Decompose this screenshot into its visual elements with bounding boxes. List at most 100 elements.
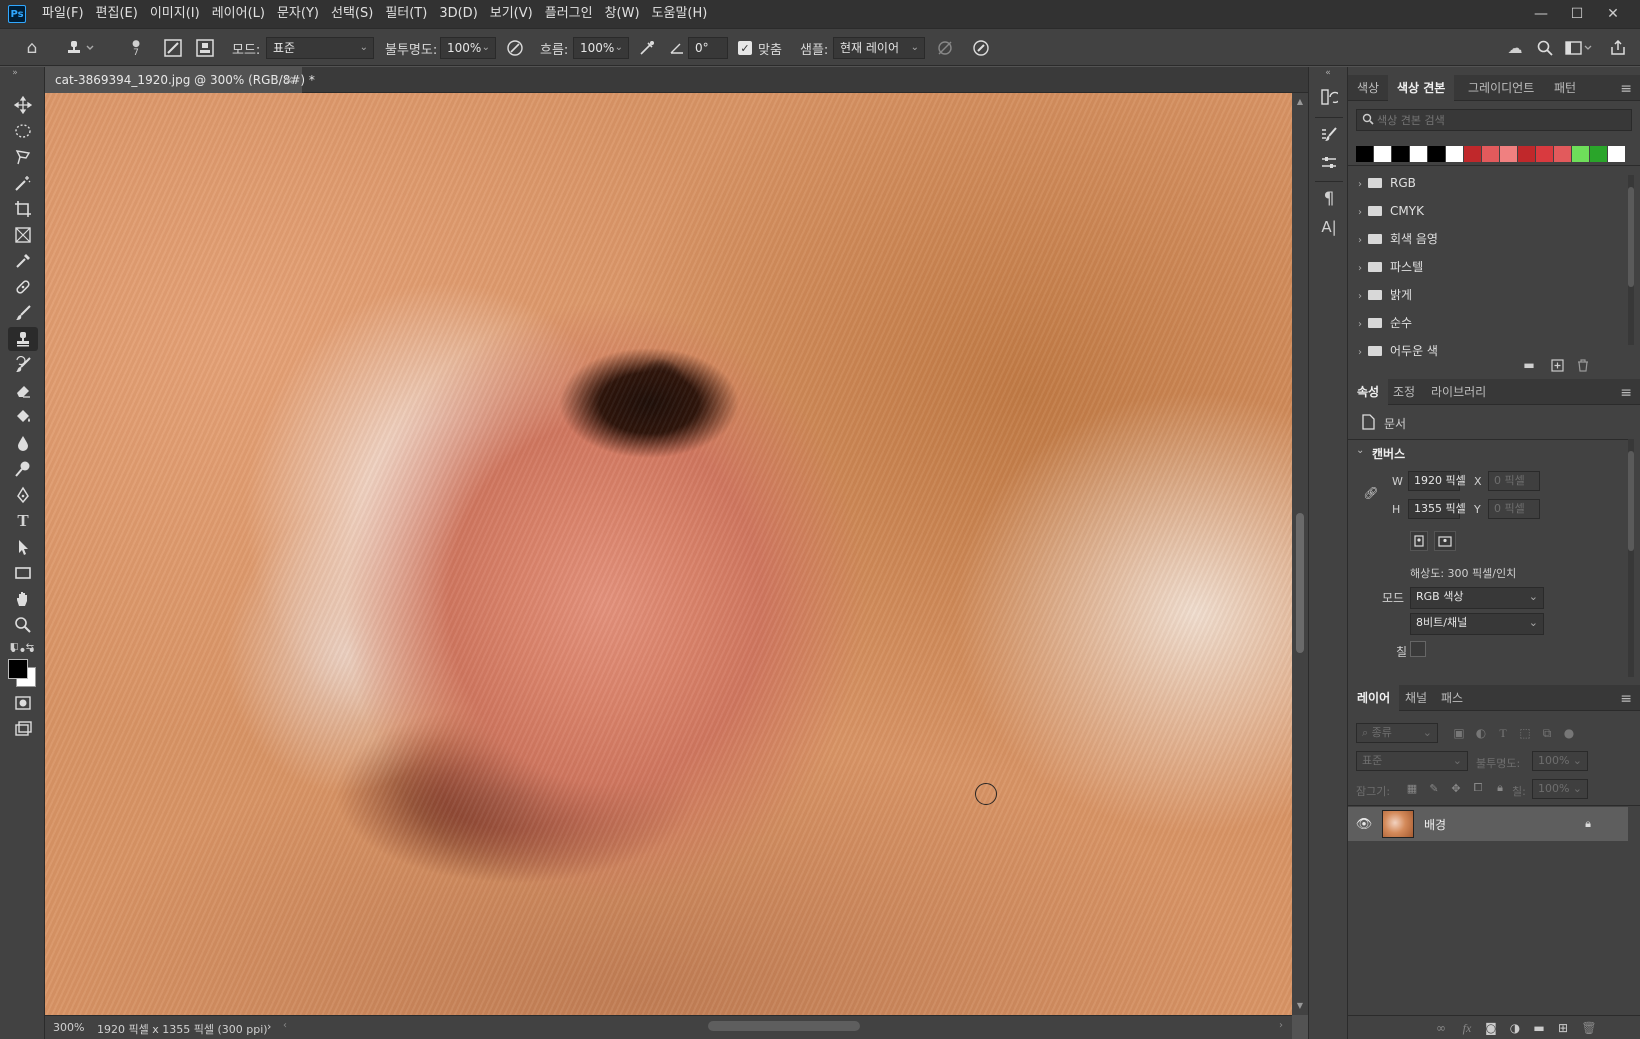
vertical-scroll-thumb[interactable] — [1296, 513, 1304, 653]
tab-paths[interactable]: 패스 — [1432, 685, 1472, 711]
close-window-button[interactable]: ✕ — [1596, 0, 1630, 28]
color-swatch[interactable] — [1356, 146, 1373, 162]
color-swatch[interactable] — [1500, 146, 1517, 162]
share-icon[interactable] — [1606, 37, 1630, 59]
blend-mode-select[interactable]: 표준 ⌄ — [1356, 751, 1468, 771]
new-adjustment-layer-icon[interactable]: ◑ — [1506, 1019, 1524, 1037]
status-menu-arrow[interactable]: › — [267, 1020, 271, 1033]
menu-3d[interactable]: 3D(D) — [433, 0, 483, 28]
marquee-tool-icon[interactable] — [8, 119, 38, 143]
swatches-scroll-thumb[interactable] — [1628, 187, 1634, 287]
properties-panel-menu-icon[interactable]: ≡ — [1620, 385, 1632, 401]
filter-adjustment-icon[interactable]: ◐ — [1472, 723, 1490, 743]
opacity-input[interactable]: 100% ⌄ — [440, 37, 496, 59]
eyedropper-tool-icon[interactable] — [8, 249, 38, 273]
swatches-panel-menu-icon[interactable]: ≡ — [1620, 81, 1632, 97]
tab-gradients[interactable]: 그레이디언트 — [1459, 75, 1543, 101]
height-input[interactable]: 1355 픽셀 — [1408, 499, 1466, 519]
aligned-checkbox[interactable]: ✓ — [738, 41, 752, 55]
layer-style-fx-icon[interactable]: fx — [1458, 1019, 1476, 1037]
lock-image-icon[interactable]: ✎ — [1426, 779, 1442, 797]
bit-depth-select[interactable]: 8비트/채널 ⌄ — [1410, 613, 1544, 635]
menu-plugins[interactable]: 플러그인 — [539, 0, 599, 28]
layer-visibility-eye-icon[interactable]: 👁︎ — [1356, 816, 1373, 832]
color-swatch[interactable] — [1572, 146, 1589, 162]
expand-chevron-icon[interactable]: › — [1358, 319, 1362, 330]
layer-opacity-input[interactable]: 100% ⌄ — [1532, 751, 1588, 771]
portrait-orientation-button[interactable] — [1410, 531, 1428, 551]
landscape-orientation-button[interactable] — [1434, 531, 1456, 551]
expand-chevron-icon[interactable]: › — [1358, 347, 1362, 358]
scroll-right-icon[interactable]: › — [1279, 1020, 1283, 1031]
swatch-group-row[interactable]: › 회색 음영 — [1358, 225, 1620, 253]
link-dimensions-icon[interactable]: 🔗︎ — [1363, 485, 1378, 501]
filter-shape-icon[interactable]: ⬚ — [1516, 723, 1534, 743]
brush-size-picker[interactable]: ● 7 — [118, 35, 154, 63]
move-tool-icon[interactable] — [8, 93, 38, 117]
tab-color[interactable]: 색상 — [1348, 75, 1388, 101]
crop-tool-icon[interactable] — [8, 197, 38, 221]
document-canvas[interactable] — [45, 93, 1292, 1015]
filter-smart-object-icon[interactable]: ⧉ — [1538, 723, 1556, 743]
collapse-tools-icon[interactable]: » — [8, 67, 22, 79]
link-layers-icon[interactable]: ∞ — [1432, 1019, 1450, 1037]
history-brush-tool-icon[interactable] — [8, 353, 38, 377]
expand-chevron-icon[interactable]: › — [1358, 235, 1362, 246]
pen-tool-icon[interactable] — [8, 483, 38, 507]
ignore-adjustment-layers-icon[interactable] — [934, 37, 956, 59]
properties-scroll-thumb[interactable] — [1628, 451, 1634, 551]
new-group-folder-icon[interactable]: ▬ — [1530, 1019, 1548, 1037]
screen-mode-icon[interactable] — [8, 717, 38, 741]
dodge-tool-icon[interactable] — [8, 457, 38, 481]
swatches-search-box[interactable] — [1356, 109, 1632, 131]
menu-select[interactable]: 선택(S) — [325, 0, 379, 28]
scroll-down-icon[interactable]: ▼ — [1294, 999, 1306, 1011]
color-swatch[interactable] — [1608, 146, 1625, 162]
swatch-group-row[interactable]: › CMYK — [1358, 197, 1620, 225]
minimize-button[interactable]: — — [1524, 0, 1558, 28]
expand-chevron-icon[interactable]: › — [1358, 179, 1362, 190]
menu-view[interactable]: 보기(V) — [484, 0, 539, 28]
layer-name[interactable]: 배경 — [1424, 816, 1446, 833]
canvas-fill-swatch[interactable] — [1410, 641, 1426, 657]
lock-position-icon[interactable]: ✥ — [1448, 779, 1464, 797]
default-colors-icon[interactable]: ◧ — [8, 641, 20, 653]
filter-toggle-icon[interactable]: ● — [1562, 723, 1576, 743]
y-input[interactable]: 0 픽셀 — [1488, 499, 1540, 519]
mode-select[interactable]: 표준 ⌄ — [266, 37, 374, 59]
lock-all-icon[interactable]: 🔒︎ — [1492, 779, 1508, 797]
swatch-group-row[interactable]: › 파스텔 — [1358, 253, 1620, 281]
sample-select[interactable]: 현재 레이어 ⌄ — [833, 37, 925, 59]
color-swatch[interactable] — [1410, 146, 1427, 162]
menu-image[interactable]: 이미지(I) — [144, 0, 206, 28]
menu-layer[interactable]: 레이어(L) — [206, 0, 271, 28]
pressure-size-icon[interactable] — [970, 37, 992, 59]
menu-edit[interactable]: 편집(E) — [90, 0, 144, 28]
swatch-group-row[interactable]: › 순수 — [1358, 309, 1620, 337]
document-tab[interactable]: cat-3869394_1920.jpg @ 300% (RGB/8#) * × — [45, 67, 315, 93]
layer-filter-kind[interactable]: ⌕ 종류 ⌄ — [1356, 723, 1438, 743]
paragraph-panel-icon[interactable]: ¶ — [1317, 187, 1341, 211]
brush-settings-panel-icon[interactable] — [1317, 123, 1341, 147]
workspace-switcher-icon[interactable] — [1564, 37, 1594, 59]
scroll-left-icon[interactable]: ‹ — [283, 1020, 287, 1031]
menu-file[interactable]: 파일(F) — [36, 0, 90, 28]
path-selection-tool-icon[interactable] — [8, 535, 38, 559]
brush-settings-icon[interactable] — [162, 37, 184, 59]
quick-mask-icon[interactable] — [8, 691, 38, 715]
expand-panels-icon[interactable]: « — [1321, 67, 1335, 79]
magic-wand-tool-icon[interactable] — [8, 171, 38, 195]
type-tool-icon[interactable]: T — [8, 509, 38, 533]
angle-input[interactable]: 0° — [688, 37, 728, 59]
rectangle-tool-icon[interactable] — [8, 561, 38, 585]
color-swatch[interactable] — [1464, 146, 1481, 162]
foreground-color-swatch[interactable] — [8, 659, 28, 679]
menu-window[interactable]: 창(W) — [599, 0, 646, 28]
clone-stamp-tool-icon[interactable] — [8, 327, 38, 351]
history-panel-icon[interactable] — [1317, 85, 1341, 109]
flow-input[interactable]: 100% ⌄ — [573, 37, 629, 59]
clone-source-panel-icon[interactable] — [194, 37, 216, 59]
hand-tool-icon[interactable] — [8, 587, 38, 611]
tab-channels[interactable]: 채널 — [1396, 685, 1436, 711]
color-swatch[interactable] — [1374, 146, 1391, 162]
